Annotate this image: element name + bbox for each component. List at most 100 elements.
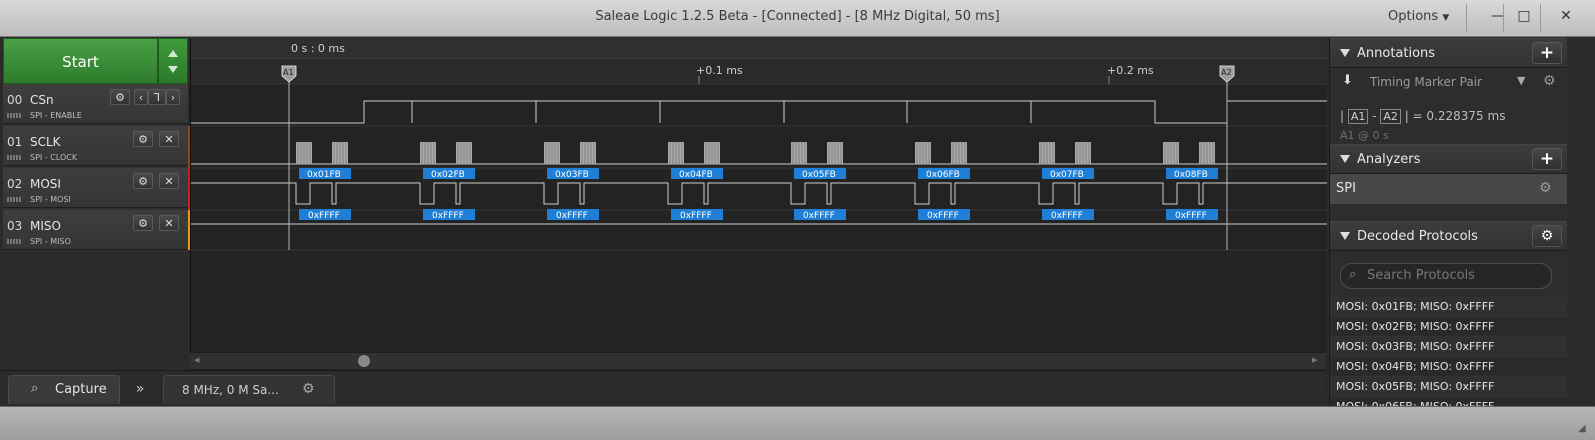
marker-a1-badge[interactable]: A1: [1347, 109, 1369, 124]
timeline-top-strip: [191, 38, 1327, 58]
list-item[interactable]: MOSI: 0x02FB; MISO: 0xFFFF: [1330, 317, 1568, 337]
chevron-down-icon: [168, 66, 178, 73]
search-icon: ⌕: [1349, 267, 1357, 282]
channel-name[interactable]: MOSI: [30, 177, 61, 191]
gear-icon[interactable]: ⚙: [1539, 180, 1552, 196]
mosi-decode-label: 0x04FB: [679, 170, 713, 180]
options-menu[interactable]: Options ▼: [1388, 9, 1449, 24]
chevron-left-icon[interactable]: ◂: [194, 353, 200, 366]
channel-number: 00: [7, 93, 23, 107]
waveform-view[interactable]: 0 s : 0 ms +0.1 ms +0.2 ms 0x01FB 0xFFFF 0…: [190, 38, 1327, 390]
timeline-tick-label: +0.1 ms: [696, 64, 743, 77]
horizontal-scrollbar[interactable]: ◂ ▸: [190, 352, 1326, 369]
miso-decode-label: 0xFFFF: [803, 211, 835, 221]
marker-measurement-value: = 0.228375 ms: [1412, 109, 1506, 123]
close-icon[interactable]: ✕: [1548, 4, 1584, 28]
decoded-protocols-list[interactable]: MOSI: 0x01FB; MISO: 0xFFFF MOSI: 0x02FB;…: [1330, 297, 1568, 406]
status-bar: ◢: [0, 406, 1595, 440]
gear-icon[interactable]: ⚙: [133, 215, 153, 231]
right-panel: Annotations + ⬇ Timing Marker Pair ▼ ⚙ |…: [1329, 38, 1568, 406]
marker-a2-badge[interactable]: A2: [1380, 109, 1401, 124]
tab-capture-settings[interactable]: 8 MHz, 0 M Sa... ⚙: [163, 375, 335, 404]
list-item[interactable]: MOSI: 0x06FB; MISO: 0xFFFF: [1330, 397, 1568, 406]
chevron-down-icon[interactable]: ▼: [1517, 74, 1525, 87]
analyzer-name: SPI: [1336, 181, 1356, 196]
decoded-protocols-title: Decoded Protocols: [1357, 229, 1478, 244]
list-item[interactable]: MOSI: 0x03FB; MISO: 0xFFFF: [1330, 337, 1568, 357]
mosi-decode-label: 0x07FB: [1050, 170, 1084, 180]
channel-number: 01: [7, 135, 23, 149]
close-icon[interactable]: ✕: [159, 131, 179, 147]
trigger-edge-icon[interactable]: Ꞁ: [148, 89, 166, 105]
miso-decode-label: 0xFFFF: [308, 211, 340, 221]
marker-measurement: | A1 - A2 | = 0.228375 ms: [1340, 109, 1506, 124]
drag-handle-icon[interactable]: [7, 197, 21, 202]
pin-icon: ⬇: [1342, 73, 1353, 88]
channel-row-sclk[interactable]: 01 SCLK SPI - CLOCK ⚙ ✕: [3, 126, 188, 166]
gear-icon[interactable]: ⚙: [302, 381, 315, 397]
options-label: Options: [1388, 9, 1439, 24]
analyzers-header[interactable]: Analyzers +: [1330, 144, 1568, 174]
channel-row-mosi[interactable]: 02 MOSI SPI - MOSI ⚙ ✕: [3, 168, 188, 208]
timeline-origin-label: 0 s : 0 ms: [291, 42, 345, 55]
chevron-right-icon[interactable]: ▸: [1312, 353, 1318, 366]
channel-subtitle: SPI - MISO: [30, 237, 71, 246]
add-analyzer-button[interactable]: +: [1532, 148, 1562, 170]
add-annotation-button[interactable]: +: [1532, 42, 1562, 64]
channel-name[interactable]: MISO: [30, 219, 61, 233]
capture-settings-label: 8 MHz, 0 M Sa...: [182, 383, 279, 397]
search-protocols-input[interactable]: ⌕ Search Protocols: [1340, 263, 1552, 289]
list-item[interactable]: MOSI: 0x04FB; MISO: 0xFFFF: [1330, 357, 1568, 377]
gear-icon[interactable]: ⚙: [133, 131, 153, 147]
miso-decode-label: 0xFFFF: [556, 211, 588, 221]
channel-name[interactable]: CSn: [30, 93, 54, 107]
start-options-button[interactable]: [158, 38, 188, 84]
start-button[interactable]: Start: [3, 38, 158, 84]
gear-icon[interactable]: ⚙: [1543, 73, 1556, 89]
mosi-decode-label: 0x01FB: [307, 170, 341, 180]
bottom-tab-bar: ⌕ Capture » 8 MHz, 0 M Sa... ⚙: [0, 370, 1326, 407]
chevron-left-icon[interactable]: ‹: [134, 89, 148, 105]
gear-icon[interactable]: ⚙: [1532, 225, 1562, 247]
miso-decode-label: 0xFFFF: [1175, 211, 1207, 221]
search-icon: ⌕: [31, 381, 39, 396]
waveform-canvas[interactable]: 0 s : 0 ms +0.1 ms +0.2 ms 0x01FB 0xFFFF 0…: [191, 38, 1327, 352]
chevron-up-icon: [168, 50, 178, 57]
miso-decode-label: 0xFFFF: [927, 211, 959, 221]
titlebar-divider: [1540, 4, 1541, 32]
resize-grip-icon[interactable]: ◢: [1578, 423, 1586, 434]
maximize-icon[interactable]: □: [1506, 4, 1542, 28]
annotations-header[interactable]: Annotations +: [1330, 38, 1568, 68]
timing-marker-pair-row[interactable]: ⬇ Timing Marker Pair ▼ ⚙: [1330, 68, 1568, 96]
drag-handle-icon[interactable]: [7, 155, 21, 160]
mosi-decode-label: 0x02FB: [431, 170, 465, 180]
app-window: Saleae Logic 1.2.5 Beta - [Connected] - …: [0, 0, 1595, 440]
marker-a1-label: A1: [283, 68, 294, 77]
chevron-right-icon[interactable]: ›: [166, 89, 180, 105]
timing-marker-pair-label: Timing Marker Pair: [1370, 75, 1482, 89]
gear-icon[interactable]: ⚙: [110, 89, 130, 105]
drag-handle-icon[interactable]: [7, 113, 21, 118]
analyzer-item-spi[interactable]: SPI ⚙: [1330, 174, 1568, 204]
channel-row-miso[interactable]: 03 MISO SPI - MISO ⚙ ✕: [3, 210, 188, 250]
gear-icon[interactable]: ⚙: [133, 173, 153, 189]
drag-handle-icon[interactable]: [7, 239, 21, 244]
timeline-ruler: [191, 58, 1327, 84]
mosi-trace: [191, 182, 1327, 205]
decoded-protocols-header[interactable]: Decoded Protocols ⚙: [1330, 221, 1568, 251]
double-chevron-right-icon[interactable]: »: [124, 375, 156, 403]
channel-name[interactable]: SCLK: [30, 135, 61, 149]
title-bar: Saleae Logic 1.2.5 Beta - [Connected] - …: [0, 0, 1595, 37]
window-title: Saleae Logic 1.2.5 Beta - [Connected] - …: [595, 9, 1000, 24]
scroll-thumb[interactable]: [358, 355, 370, 367]
right-scroll-region: [1567, 38, 1595, 406]
timeline-tick-label: +0.2 ms: [1107, 64, 1154, 77]
waveform-traces: 0x01FB 0xFFFF 0x02FB 0xFFFF 0x03FB 0xFFFF 0x04…: [191, 83, 1327, 251]
close-icon[interactable]: ✕: [159, 215, 179, 231]
collapse-icon: [1340, 232, 1350, 240]
list-item[interactable]: MOSI: 0x01FB; MISO: 0xFFFF: [1330, 297, 1568, 317]
list-item[interactable]: MOSI: 0x05FB; MISO: 0xFFFF: [1330, 377, 1568, 397]
close-icon[interactable]: ✕: [159, 173, 179, 189]
channel-row-csn[interactable]: 00 CSn SPI - ENABLE ⚙ ‹ Ꞁ ›: [3, 84, 188, 124]
tab-capture[interactable]: ⌕ Capture: [8, 375, 120, 404]
